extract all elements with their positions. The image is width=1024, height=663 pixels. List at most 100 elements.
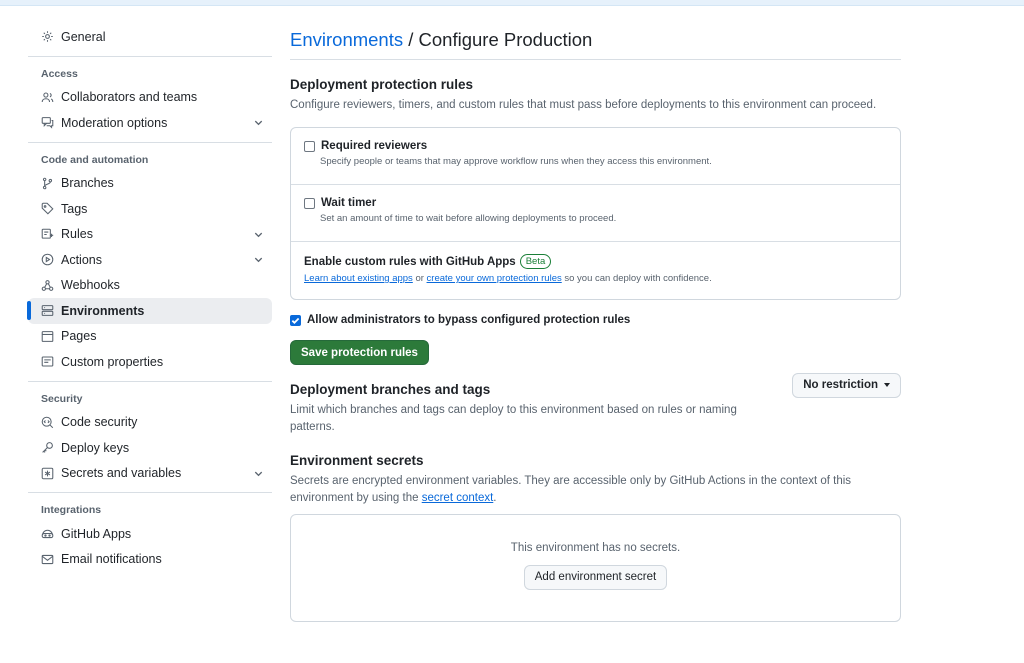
play-icon bbox=[41, 253, 54, 266]
sidebar-item-label: GitHub Apps bbox=[61, 526, 132, 541]
sidebar-item-label: Email notifications bbox=[61, 552, 162, 567]
sidebar-item-deploy-keys[interactable]: Deploy keys bbox=[28, 435, 272, 461]
sidebar-item-label: Branches bbox=[61, 176, 114, 191]
admin-bypass-label: Allow administrators to bypass configure… bbox=[307, 314, 631, 326]
sidebar-item-secrets-variables[interactable]: Secrets and variables bbox=[28, 461, 272, 487]
environment-secrets-heading: Environment secrets bbox=[290, 453, 424, 468]
sidebar-item-label: Moderation options bbox=[61, 115, 168, 130]
wait-timer-label: Wait timer bbox=[321, 197, 377, 209]
sidebar-item-tags[interactable]: Tags bbox=[28, 196, 272, 222]
sidebar-divider bbox=[28, 380, 272, 382]
create-protection-rules-link[interactable]: create your own protection rules bbox=[427, 273, 562, 284]
sidebar-item-custom-properties[interactable]: Custom properties bbox=[28, 349, 272, 375]
mail-icon bbox=[41, 553, 54, 566]
dropdown-value: No restriction bbox=[803, 379, 878, 391]
custom-rules-description: Learn about existing apps or create your… bbox=[304, 273, 887, 284]
sidebar-heading-code: Code and automation bbox=[41, 153, 149, 166]
sidebar-item-label: General bbox=[61, 29, 106, 44]
sidebar-item-environments[interactable]: Environments bbox=[27, 298, 272, 324]
breadcrumb-environments-link[interactable]: Environments bbox=[290, 29, 403, 50]
deployment-branches-section: Deployment branches and tags Limit which… bbox=[290, 373, 901, 436]
sidebar-item-label: Secrets and variables bbox=[61, 466, 182, 481]
beta-badge: Beta bbox=[519, 254, 552, 269]
secrets-description-text: Secrets are encrypted environment variab… bbox=[290, 475, 852, 504]
custom-rules-title: Enable custom rules with GitHub Apps bbox=[304, 255, 516, 268]
check-icon bbox=[291, 317, 300, 324]
people-icon bbox=[41, 91, 54, 104]
chevron-down-icon bbox=[253, 117, 264, 128]
sidebar-heading-access: Access bbox=[41, 67, 78, 80]
key-icon bbox=[41, 441, 54, 454]
protection-rules-box: Required reviewers Specify people or tea… bbox=[290, 127, 901, 300]
protection-rules-heading: Deployment protection rules bbox=[290, 77, 474, 92]
save-protection-rules-button[interactable]: Save protection rules bbox=[290, 340, 429, 365]
sidebar-item-rules[interactable]: Rules bbox=[28, 222, 272, 248]
required-reviewers-description: Specify people or teams that may approve… bbox=[320, 156, 712, 167]
key-asterisk-icon bbox=[41, 467, 54, 480]
repo-push-icon bbox=[41, 228, 54, 241]
sidebar-item-branches[interactable]: Branches bbox=[28, 171, 272, 197]
sidebar-item-pages[interactable]: Pages bbox=[28, 324, 272, 350]
browser-icon bbox=[41, 330, 54, 343]
sidebar-item-general[interactable]: General bbox=[28, 24, 272, 50]
breadcrumb-current: / Configure Production bbox=[403, 29, 593, 50]
sidebar-item-webhooks[interactable]: Webhooks bbox=[28, 273, 272, 299]
protection-rules-description: Configure reviewers, timers, and custom … bbox=[290, 99, 877, 111]
settings-sidebar: General Access Collaborators and teams M… bbox=[27, 24, 272, 573]
webhook-icon bbox=[41, 279, 54, 292]
sidebar-item-label: Collaborators and teams bbox=[61, 90, 198, 105]
sidebar-divider bbox=[28, 55, 272, 57]
wait-timer-row: Wait timer Set an amount of time to wait… bbox=[291, 185, 900, 242]
secrets-empty-state: This environment has no secrets. Add env… bbox=[290, 514, 901, 622]
branch-restriction-dropdown[interactable]: No restriction bbox=[792, 373, 901, 398]
add-environment-secret-button[interactable]: Add environment secret bbox=[523, 565, 668, 590]
admin-bypass-checkbox[interactable] bbox=[290, 314, 301, 326]
note-icon bbox=[41, 355, 54, 368]
wait-timer-checkbox[interactable] bbox=[304, 197, 315, 209]
learn-existing-apps-link[interactable]: Learn about existing apps bbox=[304, 273, 413, 284]
sidebar-item-label: Deploy keys bbox=[61, 440, 130, 455]
caret-down-icon bbox=[884, 382, 890, 387]
required-reviewers-label: Required reviewers bbox=[321, 140, 428, 152]
secrets-description-end: . bbox=[493, 492, 497, 504]
title-divider bbox=[290, 59, 901, 60]
sidebar-item-label: Tags bbox=[61, 201, 88, 216]
page-title: Environments / Configure Production bbox=[290, 28, 901, 52]
chevron-down-icon bbox=[253, 254, 264, 265]
sidebar-item-label: Webhooks bbox=[61, 278, 120, 293]
comment-discussion-icon bbox=[41, 116, 54, 129]
browser-top-strip bbox=[0, 0, 1024, 6]
codescan-icon bbox=[41, 416, 54, 429]
sidebar-heading-security: Security bbox=[41, 392, 83, 405]
sidebar-item-moderation[interactable]: Moderation options bbox=[28, 110, 272, 136]
required-reviewers-checkbox[interactable] bbox=[304, 140, 315, 152]
sidebar-item-label: Pages bbox=[61, 329, 97, 344]
custom-rules-row: Enable custom rules with GitHub Apps Bet… bbox=[291, 242, 900, 299]
custom-rules-or: or bbox=[412, 273, 427, 284]
sidebar-item-label: Code security bbox=[61, 415, 138, 430]
sidebar-item-collaborators[interactable]: Collaborators and teams bbox=[28, 85, 272, 111]
server-icon bbox=[41, 304, 54, 317]
no-secrets-message: This environment has no secrets. bbox=[510, 542, 681, 554]
chevron-down-icon bbox=[253, 229, 264, 240]
sidebar-item-label: Rules bbox=[61, 227, 93, 242]
sidebar-item-github-apps[interactable]: GitHub Apps bbox=[28, 521, 272, 547]
sidebar-item-email-notifications[interactable]: Email notifications bbox=[28, 547, 272, 573]
main-content: Environments / Configure Production Depl… bbox=[290, 28, 901, 622]
environment-secrets-description: Secrets are encrypted environment variab… bbox=[290, 473, 901, 507]
sidebar-item-actions[interactable]: Actions bbox=[28, 247, 272, 273]
sidebar-divider bbox=[28, 492, 272, 493]
sidebar-divider bbox=[28, 141, 272, 143]
git-branch-icon bbox=[41, 177, 54, 190]
secret-context-link[interactable]: secret context bbox=[422, 492, 494, 504]
gear-icon bbox=[41, 30, 54, 43]
chevron-down-icon bbox=[253, 468, 264, 479]
sidebar-item-label: Custom properties bbox=[61, 354, 164, 369]
sidebar-item-label: Environments bbox=[61, 303, 145, 318]
required-reviewers-row: Required reviewers Specify people or tea… bbox=[291, 128, 900, 185]
admin-bypass-option: Allow administrators to bypass configure… bbox=[290, 314, 901, 326]
sidebar-item-code-security[interactable]: Code security bbox=[28, 410, 272, 436]
sidebar-heading-integrations: Integrations bbox=[41, 504, 102, 516]
wait-timer-description: Set an amount of time to wait before all… bbox=[320, 213, 617, 224]
deployment-branches-description: Limit which branches and tags can deploy… bbox=[290, 404, 737, 433]
